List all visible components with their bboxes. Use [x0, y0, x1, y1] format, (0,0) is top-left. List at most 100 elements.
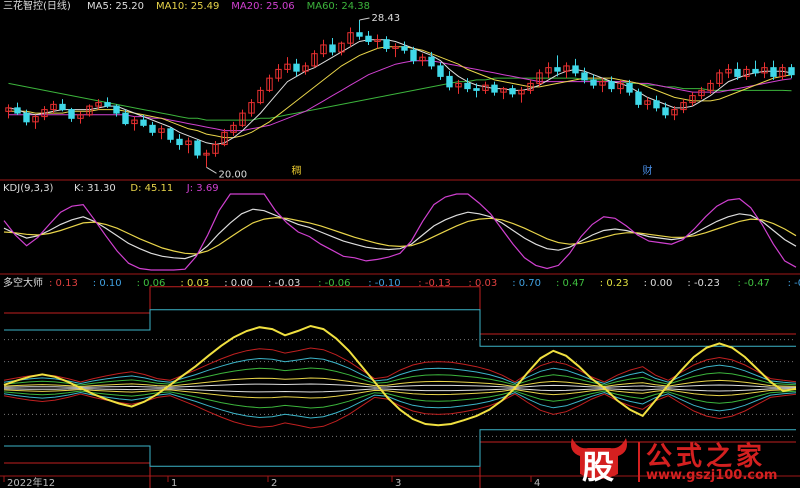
candle	[131, 116, 138, 131]
kdj-j-line	[3, 193, 797, 271]
price-header-indicator: MA5: 25.20	[87, 1, 144, 12]
moving-average-lines	[8, 39, 792, 146]
candle-body	[752, 68, 759, 74]
candle	[752, 60, 759, 77]
candle	[572, 58, 579, 77]
price-header-title: 三花智控(日线)	[3, 0, 71, 12]
candle	[554, 55, 561, 77]
candle	[518, 86, 525, 103]
candle-body	[608, 81, 615, 90]
watermark-badge-text: 股	[582, 448, 615, 486]
watermark-url: www.gszj100.com	[646, 468, 778, 483]
candle	[68, 107, 75, 122]
candle-body	[653, 100, 660, 109]
kdj-k-line	[3, 208, 797, 260]
kdj-header-indicator: J: 3.69	[186, 183, 219, 194]
candle-body	[788, 67, 795, 76]
duokong-header-indicator: : 0.23	[600, 278, 629, 289]
candle-body	[293, 63, 300, 72]
candle	[32, 114, 39, 129]
candle	[311, 50, 318, 68]
duokong-header-indicator: : 0.03	[180, 278, 209, 289]
candle	[329, 37, 336, 56]
candle	[653, 95, 660, 112]
candle	[581, 67, 588, 84]
candlesticks	[5, 19, 795, 168]
candle-body	[428, 56, 435, 67]
candle	[419, 53, 426, 66]
candle-body	[104, 102, 111, 107]
watermark-separator	[638, 442, 640, 482]
candle-body	[68, 109, 75, 119]
kdj-header-title: KDJ(9,3,3)	[3, 183, 54, 194]
low-pointer	[206, 166, 217, 174]
duokong-header-indicator: : 0.06	[137, 278, 166, 289]
candle-body	[446, 75, 453, 88]
candle-body	[401, 46, 408, 51]
candle-body	[554, 67, 561, 72]
candle	[689, 92, 696, 107]
candle-body	[473, 88, 480, 91]
candle-body	[365, 35, 372, 42]
candle-body	[626, 82, 633, 93]
candle-body	[590, 79, 597, 86]
candle	[212, 141, 219, 157]
x-tick-label: 1	[171, 478, 177, 488]
candle-body	[122, 112, 129, 125]
duokong-header-indicator: : 0.70	[512, 278, 541, 289]
candle-body	[113, 105, 120, 114]
candle-body	[383, 39, 390, 49]
candle	[203, 149, 210, 168]
candle	[374, 34, 381, 49]
candle-body	[464, 82, 471, 90]
kdj-panel[interactable]	[3, 193, 797, 271]
candle	[392, 43, 399, 58]
candle	[284, 57, 291, 73]
candle-body	[140, 119, 147, 126]
candle	[230, 121, 237, 136]
candle	[275, 64, 282, 82]
price-panel[interactable]: 28.43 20.00 稠 财	[5, 13, 795, 180]
candle	[383, 36, 390, 52]
x-tick-label: 4	[534, 478, 540, 488]
candle-body	[635, 91, 642, 105]
candle	[770, 60, 777, 80]
candle-body	[437, 65, 444, 77]
event-marker[interactable]: 稠	[292, 164, 302, 177]
watermark: 股 公式之家 www.gszj100.com	[560, 432, 800, 488]
price-header-indicator: MA10: 25.49	[156, 1, 219, 12]
dragon-line	[3, 324, 797, 427]
duokong-header-indicator: : 0.13	[49, 278, 78, 289]
candle	[446, 71, 453, 91]
candle	[5, 104, 12, 119]
duokong-header-indicator: : 0.03	[468, 278, 497, 289]
ma5-line	[8, 39, 792, 146]
candle-body	[14, 107, 21, 114]
bull-badge-icon: 股	[566, 434, 632, 486]
low-price-label: 20.00	[219, 169, 248, 180]
x-tick-label: 3	[395, 478, 401, 488]
duokong-header-indicator: : -0.23	[687, 278, 719, 289]
candle	[194, 139, 201, 159]
outer-red-band-upper	[4, 286, 796, 335]
candle	[77, 111, 84, 124]
x-tick-label: 2022年12	[7, 476, 55, 488]
candle	[149, 121, 156, 136]
candle-body	[149, 124, 156, 133]
candle-body	[194, 140, 201, 156]
candle-body	[770, 67, 777, 77]
candle	[590, 74, 597, 89]
kdj-header-indicator: K: 31.30	[74, 183, 116, 194]
candle-body	[23, 112, 30, 123]
event-marker[interactable]: 财	[643, 164, 653, 177]
candle	[257, 86, 264, 105]
duokong-header-indicator: : 0.00	[224, 278, 253, 289]
duokong-header-indicator: : -0.03	[268, 278, 300, 289]
candle	[176, 134, 183, 150]
candle	[356, 19, 363, 40]
candle	[563, 62, 570, 79]
candle	[761, 62, 768, 79]
price-header-indicator: MA60: 24.38	[307, 1, 370, 12]
outer-cyan-band-upper	[4, 309, 796, 347]
candle	[104, 97, 111, 108]
